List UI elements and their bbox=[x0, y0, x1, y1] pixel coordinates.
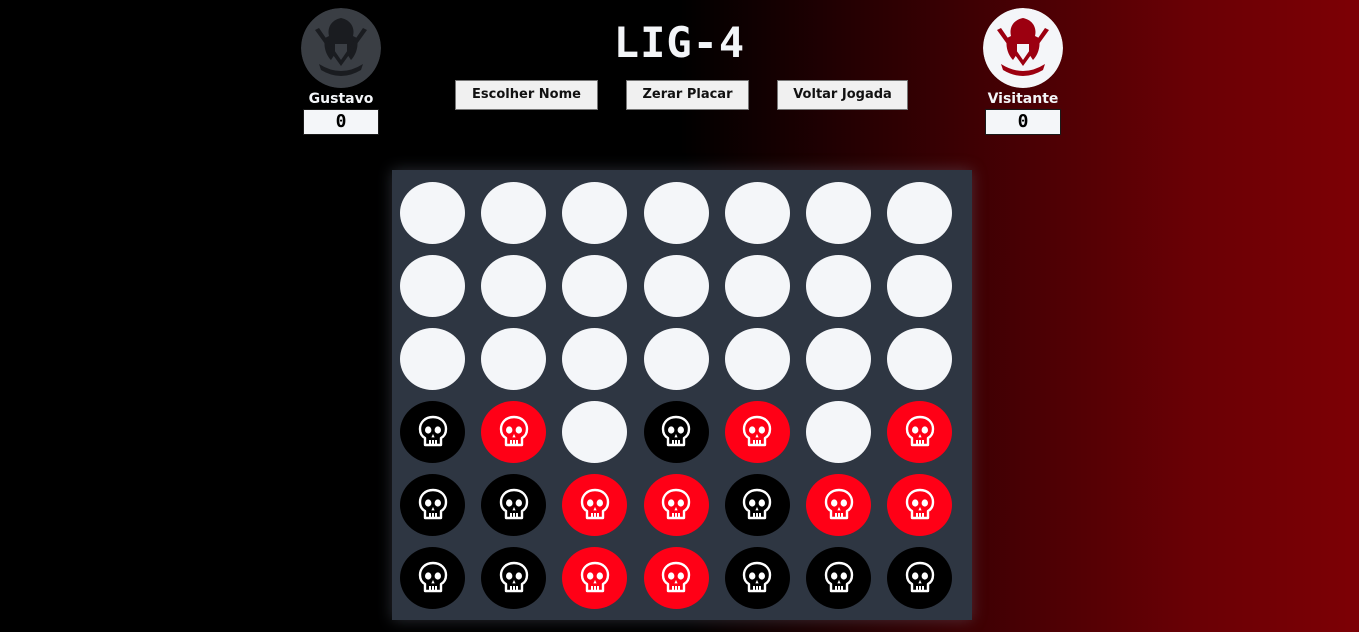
skull-icon bbox=[499, 488, 528, 520]
board-cell-black[interactable] bbox=[724, 547, 790, 609]
skull-icon bbox=[905, 561, 934, 593]
spartan-helmet-icon bbox=[983, 8, 1063, 88]
player-1-name: Gustavo bbox=[308, 91, 374, 107]
board-cell-red[interactable] bbox=[643, 474, 709, 536]
board-cell-empty[interactable] bbox=[806, 401, 871, 463]
undo-move-button[interactable]: Voltar Jogada bbox=[777, 80, 908, 110]
board-cell-red[interactable] bbox=[562, 474, 628, 536]
board-cell-empty[interactable] bbox=[724, 255, 790, 317]
skull-icon bbox=[418, 415, 447, 447]
board-cell-empty[interactable] bbox=[806, 328, 871, 390]
player-2-score: 0 bbox=[985, 109, 1061, 135]
skull-icon bbox=[743, 488, 772, 520]
board-cell-empty[interactable] bbox=[643, 328, 709, 390]
board-cell-empty[interactable] bbox=[481, 328, 547, 390]
skull-icon bbox=[499, 561, 528, 593]
skull-icon bbox=[499, 415, 528, 447]
board-cell-empty[interactable] bbox=[806, 255, 871, 317]
board-cell-black[interactable] bbox=[724, 474, 790, 536]
skull-icon bbox=[661, 415, 691, 447]
board-cell-empty[interactable] bbox=[562, 255, 628, 317]
board-cell-empty[interactable] bbox=[887, 328, 953, 390]
skull-icon bbox=[580, 488, 610, 520]
board-cell-black[interactable] bbox=[481, 474, 547, 536]
board-cell-empty[interactable] bbox=[481, 182, 547, 244]
board-cell-empty[interactable] bbox=[643, 182, 709, 244]
board-cell-empty[interactable] bbox=[643, 255, 709, 317]
board-cell-red[interactable] bbox=[887, 401, 953, 463]
board-cell-black[interactable] bbox=[400, 474, 465, 536]
skull-icon bbox=[824, 561, 853, 593]
skull-icon bbox=[418, 561, 447, 593]
reset-score-button[interactable]: Zerar Placar bbox=[626, 80, 749, 110]
board-cell-empty[interactable] bbox=[400, 182, 465, 244]
player-2-name: Visitante bbox=[987, 91, 1059, 107]
skull-icon bbox=[661, 561, 691, 593]
board-cell-empty[interactable] bbox=[562, 401, 628, 463]
skull-icon bbox=[418, 488, 447, 520]
board-cell-black[interactable] bbox=[400, 547, 465, 609]
board-cell-empty[interactable] bbox=[724, 328, 790, 390]
board-cell-empty[interactable] bbox=[400, 255, 465, 317]
skull-icon bbox=[743, 415, 772, 447]
skull-icon bbox=[905, 415, 934, 447]
board-cell-black[interactable] bbox=[887, 547, 953, 609]
skull-icon bbox=[661, 488, 691, 520]
board-cell-empty[interactable] bbox=[400, 328, 465, 390]
board-cell-black[interactable] bbox=[643, 401, 709, 463]
player-2-panel: Visitante 0 bbox=[983, 8, 1063, 135]
board-cell-red[interactable] bbox=[481, 401, 547, 463]
skull-icon bbox=[905, 488, 934, 520]
board-cell-empty[interactable] bbox=[562, 182, 628, 244]
board-cell-empty[interactable] bbox=[481, 255, 547, 317]
board-cell-empty[interactable] bbox=[887, 255, 953, 317]
board-cell-empty[interactable] bbox=[724, 182, 790, 244]
board-cell-red[interactable] bbox=[806, 474, 871, 536]
board-cell-black[interactable] bbox=[400, 401, 465, 463]
board-cell-red[interactable] bbox=[724, 401, 790, 463]
board-cell-red[interactable] bbox=[562, 547, 628, 609]
board-cell-red[interactable] bbox=[643, 547, 709, 609]
board-cell-empty[interactable] bbox=[562, 328, 628, 390]
game-board bbox=[392, 170, 972, 620]
board-cell-black[interactable] bbox=[806, 547, 871, 609]
skull-icon bbox=[743, 561, 772, 593]
board-cell-black[interactable] bbox=[481, 547, 547, 609]
player-1-score: 0 bbox=[303, 109, 379, 135]
choose-name-button[interactable]: Escolher Nome bbox=[455, 80, 598, 110]
board-cell-empty[interactable] bbox=[806, 182, 871, 244]
skull-icon bbox=[824, 488, 853, 520]
board-cell-red[interactable] bbox=[887, 474, 953, 536]
skull-icon bbox=[580, 561, 610, 593]
game-title: LIG-4 bbox=[613, 18, 746, 67]
board-cell-empty[interactable] bbox=[887, 182, 953, 244]
